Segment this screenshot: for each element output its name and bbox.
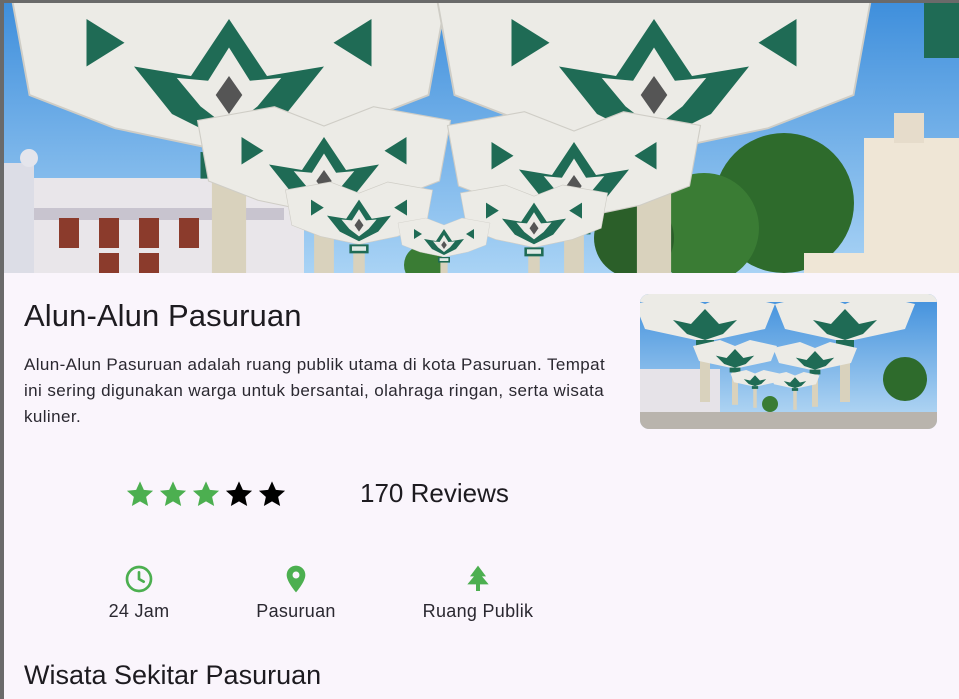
location-pin-icon — [286, 565, 306, 593]
reviews-count[interactable]: 170 Reviews — [360, 478, 509, 509]
place-thumbnail[interactable] — [640, 294, 937, 429]
info-category-label: Ruang Publik — [422, 601, 534, 621]
star-empty-icon — [258, 481, 286, 506]
tree-icon — [467, 565, 489, 591]
place-title: Alun-Alun Pasuruan — [24, 298, 302, 333]
hero-image — [4, 3, 959, 273]
place-description: Alun-Alun Pasuruan adalah ruang publik u… — [24, 355, 606, 426]
info-hours-label: 24 Jam — [108, 601, 170, 621]
clock-icon — [125, 565, 153, 593]
info-location-label: Pasuruan — [256, 601, 336, 621]
info-category: Ruang Publik — [388, 563, 568, 622]
star-filled-icon — [159, 481, 187, 506]
star-filled-icon — [192, 481, 220, 506]
rating-stars — [124, 478, 288, 510]
section-title-nearby: Wisata Sekitar Pasuruan — [24, 660, 322, 690]
info-hours: 24 Jam — [49, 563, 229, 622]
star-empty-icon — [225, 481, 253, 506]
info-location: Pasuruan — [206, 563, 386, 622]
star-filled-icon — [126, 481, 154, 506]
